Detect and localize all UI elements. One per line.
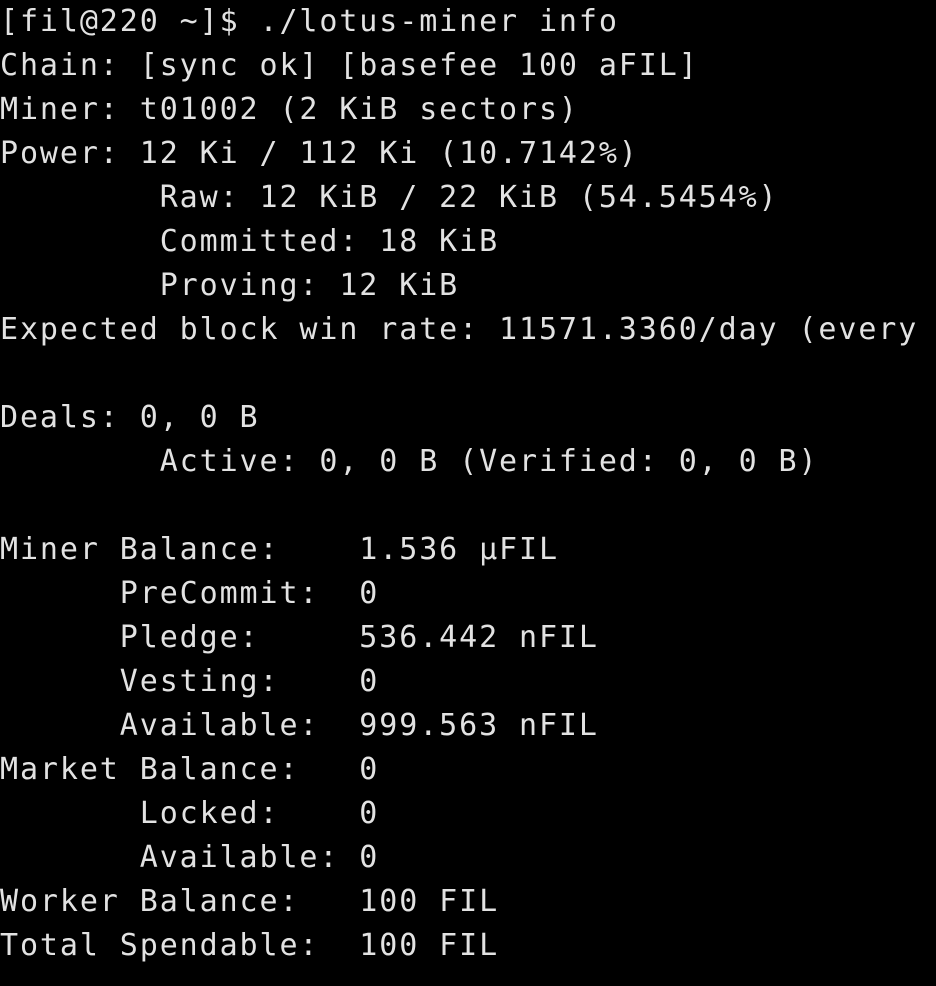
total-spendable-line: Total Spendable: 100 FIL xyxy=(0,928,500,963)
miner-id-line: Miner: t01002 (2 KiB sectors) xyxy=(0,92,579,127)
power-line: Power: 12 Ki / 112 Ki (10.7142%) xyxy=(0,136,639,171)
market-locked-line: Locked: 0 xyxy=(0,796,380,831)
miner-available-line: Available: 999.563 nFIL xyxy=(0,708,599,743)
active-deals-line: Active: 0, 0 B (Verified: 0, 0 B) xyxy=(0,444,819,479)
precommit-line: PreCommit: 0 xyxy=(0,576,380,611)
deals-line: Deals: 0, 0 B xyxy=(0,400,260,435)
proving-line: Proving: 12 KiB xyxy=(0,268,460,303)
block-win-rate-line: Expected block win rate: 11571.3360/day … xyxy=(0,312,919,347)
raw-power-line: Raw: 12 KiB / 22 KiB (54.5454%) xyxy=(0,180,779,215)
market-balance-line: Market Balance: 0 xyxy=(0,752,380,787)
market-available-line: Available: 0 xyxy=(0,840,380,875)
committed-line: Committed: 18 KiB xyxy=(0,224,500,259)
worker-balance-line: Worker Balance: 100 FIL xyxy=(0,884,500,919)
chain-status-line: Chain: [sync ok] [basefee 100 aFIL] xyxy=(0,48,699,83)
miner-balance-line: Miner Balance: 1.536 μFIL xyxy=(0,532,559,567)
pledge-line: Pledge: 536.442 nFIL xyxy=(0,620,599,655)
command-prompt-line: [fil@220 ~]$ ./lotus-miner info xyxy=(0,4,619,39)
terminal-window[interactable]: [fil@220 ~]$ ./lotus-miner info Chain: [… xyxy=(0,0,936,986)
vesting-line: Vesting: 0 xyxy=(0,664,380,699)
